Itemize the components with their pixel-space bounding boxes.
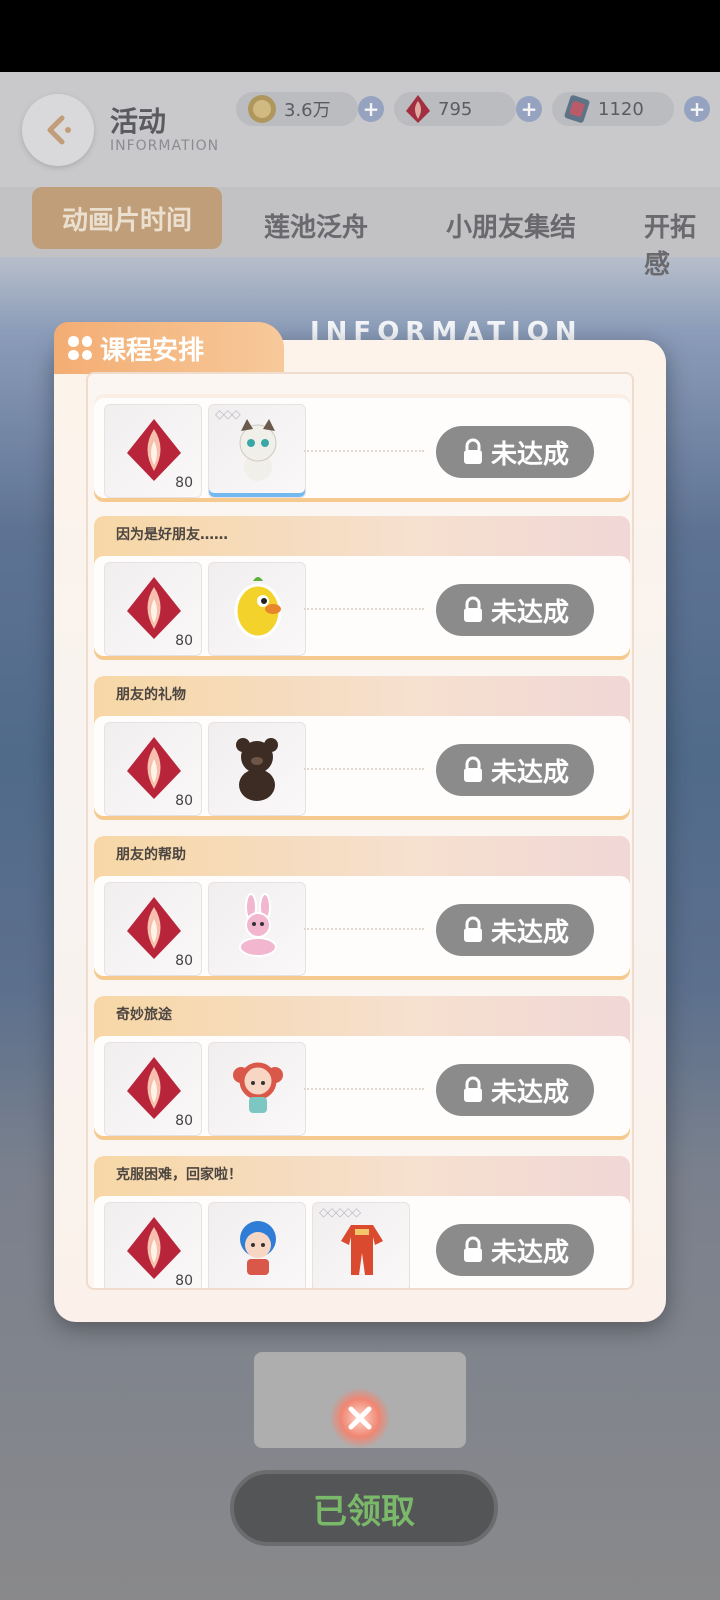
locked-label: 未达成 bbox=[490, 1237, 569, 1268]
locked-button[interactable]: 未达成 bbox=[436, 1224, 594, 1276]
reward-count: 80 bbox=[175, 1113, 193, 1129]
task-item: 80 ◇◇◇ 未达成 bbox=[94, 394, 630, 502]
locked-label: 未达成 bbox=[490, 1077, 569, 1108]
task-body: 80 未达成 bbox=[94, 876, 630, 980]
reward-slot-outfit[interactable]: ◇◇◇◇◇ bbox=[312, 1202, 410, 1288]
task-body: 80 未达成 bbox=[94, 716, 630, 820]
locked-button[interactable]: 未达成 bbox=[436, 426, 594, 478]
activity-screen: 活动 INFORMATION 3.6万 + 795 + 1120 + 动画片时间… bbox=[0, 72, 720, 1600]
reward-count: 80 bbox=[175, 1273, 193, 1289]
reward-count: 80 bbox=[175, 793, 193, 809]
task-item: 朋友的礼物 80 未达成 bbox=[94, 676, 630, 820]
divider bbox=[304, 608, 424, 610]
outfit-icon bbox=[341, 1225, 383, 1275]
lock-icon bbox=[463, 1236, 482, 1262]
lock-icon bbox=[463, 596, 482, 622]
close-button[interactable] bbox=[330, 1388, 390, 1448]
panel-header: 课程安排 bbox=[54, 322, 284, 374]
locked-button[interactable]: 未达成 bbox=[436, 1064, 594, 1116]
lock-icon bbox=[463, 916, 482, 942]
cat-toy-icon bbox=[239, 419, 277, 481]
task-item: 奇妙旅途 80 未达成 bbox=[94, 996, 630, 1140]
task-title: 朋友的帮助 bbox=[116, 847, 186, 863]
lock-icon bbox=[463, 756, 482, 782]
reward-count: 80 bbox=[175, 633, 193, 649]
reward-slot-bear[interactable] bbox=[208, 722, 306, 816]
task-item: 克服困难，回家啦！ 80 ◇◇◇◇◇ 未达成 bbox=[94, 1156, 630, 1289]
duck-sticker-icon bbox=[234, 577, 282, 639]
reward-slot-crystal[interactable]: 80 bbox=[104, 404, 202, 498]
reward-slot-crystal[interactable]: 80 bbox=[104, 1202, 202, 1289]
task-title: 克服困难，回家啦！ bbox=[116, 1167, 242, 1183]
divider bbox=[304, 1088, 424, 1090]
divider bbox=[304, 928, 424, 930]
task-list: 80 ◇◇◇ 未达成 因为是好朋友…… 80 未达成 朋友的礼物 80 未达成 … bbox=[86, 372, 634, 1290]
panel-title: 课程安排 bbox=[100, 335, 205, 366]
locked-label: 未达成 bbox=[490, 597, 569, 628]
divider bbox=[304, 768, 424, 770]
locked-label: 未达成 bbox=[490, 439, 569, 470]
task-body: 80 未达成 bbox=[94, 556, 630, 660]
bear-toy-icon bbox=[236, 738, 278, 801]
bunny-sticker-icon bbox=[239, 893, 277, 957]
task-body: 80 ◇◇◇ 未达成 bbox=[94, 398, 630, 502]
reward-slot-crystal[interactable]: 80 bbox=[104, 562, 202, 656]
locked-label: 未达成 bbox=[490, 917, 569, 948]
reward-slot-boy[interactable] bbox=[208, 1202, 306, 1288]
reward-slot-crystal[interactable]: 80 bbox=[104, 722, 202, 816]
reward-slot-girl[interactable] bbox=[208, 1042, 306, 1136]
reward-slot-cat[interactable]: ◇◇◇ bbox=[208, 404, 306, 498]
close-icon bbox=[348, 1406, 372, 1430]
locked-button[interactable]: 未达成 bbox=[436, 904, 594, 956]
task-body: 80 未达成 bbox=[94, 1036, 630, 1140]
locked-button[interactable]: 未达成 bbox=[436, 744, 594, 796]
task-title: 朋友的礼物 bbox=[116, 687, 186, 703]
task-title: 奇妙旅途 bbox=[116, 1007, 172, 1023]
task-title: 因为是好朋友…… bbox=[116, 527, 228, 543]
reward-count: 80 bbox=[175, 475, 193, 491]
reward-slot-duck[interactable] bbox=[208, 562, 306, 656]
task-item: 朋友的帮助 80 未达成 bbox=[94, 836, 630, 980]
lock-icon bbox=[463, 438, 482, 464]
task-body: 80 ◇◇◇◇◇ 未达成 bbox=[94, 1196, 630, 1289]
boy-sticker-icon bbox=[240, 1221, 276, 1275]
locked-button[interactable]: 未达成 bbox=[436, 584, 594, 636]
task-item: 因为是好朋友…… 80 未达成 bbox=[94, 516, 630, 660]
divider bbox=[304, 450, 424, 452]
girl-sticker-icon bbox=[233, 1062, 283, 1113]
locked-label: 未达成 bbox=[490, 757, 569, 788]
reward-slot-crystal[interactable]: 80 bbox=[104, 1042, 202, 1136]
clover-icon bbox=[68, 336, 92, 360]
reward-slot-crystal[interactable]: 80 bbox=[104, 882, 202, 976]
reward-count: 80 bbox=[175, 953, 193, 969]
reward-slot-bunny[interactable] bbox=[208, 882, 306, 976]
lock-icon bbox=[463, 1076, 482, 1102]
